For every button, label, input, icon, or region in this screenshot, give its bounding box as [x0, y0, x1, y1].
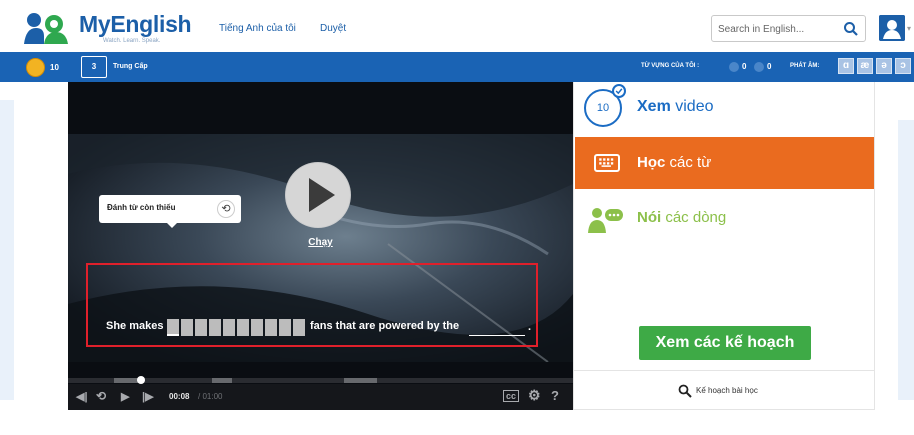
- play-small-icon[interactable]: ▶: [121, 390, 129, 403]
- blank-word: [469, 335, 525, 336]
- user-avatar-icon[interactable]: [879, 15, 905, 41]
- help-icon[interactable]: ?: [551, 388, 559, 403]
- play-label[interactable]: Chạy: [68, 237, 573, 248]
- vocab-learning-count: 0: [767, 62, 772, 71]
- brand-name[interactable]: MyEnglish: [79, 11, 192, 38]
- progress-segment: [212, 378, 232, 383]
- vocab-known-count: 0: [742, 62, 747, 71]
- hint-tooltip: Đánh từ còn thiếu ⟲: [99, 195, 241, 223]
- progress-handle[interactable]: [137, 376, 145, 384]
- time-total: / 01:00: [198, 392, 223, 401]
- step-watch-video[interactable]: Xem video: [637, 98, 714, 116]
- lesson-steps-panel: [573, 82, 875, 410]
- missing-word-input[interactable]: [167, 319, 305, 336]
- next-line-icon[interactable]: |▶: [142, 390, 154, 403]
- video-player[interactable]: Chạy: [68, 82, 573, 410]
- panel-divider: [574, 370, 874, 371]
- replay-icon[interactable]: ⟲: [217, 200, 235, 218]
- keyboard-icon: [594, 154, 620, 172]
- phoneme-a-button[interactable]: ɑ: [838, 58, 854, 74]
- time-current: 00:08: [169, 392, 190, 401]
- vocab-known-icon: [729, 62, 739, 72]
- brand-tagline: Watch. Learn. Speak.: [103, 38, 161, 44]
- search-icon[interactable]: [843, 21, 859, 37]
- subtitle-before: She makes: [106, 320, 164, 332]
- step-watch-rest: video: [670, 98, 714, 115]
- search-icon[interactable]: [678, 384, 692, 398]
- letter-slot[interactable]: [265, 319, 277, 336]
- letter-slot[interactable]: [251, 319, 263, 336]
- level-name[interactable]: Trung Cấp: [113, 63, 148, 70]
- step-speak-bold: Nói: [637, 209, 662, 226]
- subtitle-after: fans that are powered by the: [310, 320, 460, 332]
- gear-icon[interactable]: ⚙: [528, 387, 541, 404]
- repeat-icon[interactable]: ⟲: [96, 389, 106, 403]
- step-speak-rest: các dòng: [661, 209, 727, 226]
- nav-my-english[interactable]: Tiếng Anh của tôi: [219, 23, 296, 34]
- letter-slot[interactable]: [279, 319, 291, 336]
- step-watch-bold: Xem: [637, 98, 671, 115]
- myenglish-logo-icon[interactable]: [22, 10, 72, 46]
- view-plans-button[interactable]: Xem các kế hoạch: [639, 326, 811, 360]
- speak-icon: [588, 208, 623, 233]
- nav-browse[interactable]: Duyệt: [320, 23, 346, 34]
- letter-slot[interactable]: [293, 319, 305, 336]
- letter-slot[interactable]: [167, 319, 179, 336]
- subtitle-end: .: [528, 321, 532, 333]
- phoneme-o-button[interactable]: ɔ: [895, 58, 911, 74]
- my-vocabulary-label[interactable]: TỪ VỰNG CỦA TÔI :: [641, 63, 699, 69]
- captions-icon[interactable]: cc: [503, 390, 520, 402]
- watermark-right: [898, 120, 914, 400]
- progress-played: [114, 378, 138, 383]
- letter-slot[interactable]: [181, 319, 193, 336]
- progress-segment: [344, 378, 377, 383]
- search-box: [711, 15, 866, 42]
- step-words-bold: Học: [637, 154, 666, 171]
- letter-slot[interactable]: [209, 319, 221, 336]
- phoneme-schwa-button[interactable]: ə: [876, 58, 892, 74]
- coin-icon: [26, 58, 45, 77]
- phoneme-ae-button[interactable]: æ: [857, 58, 873, 74]
- pronunciation-label: PHÁT ÂM:: [790, 63, 820, 69]
- vocab-learning-icon: [754, 62, 764, 72]
- check-icon: [612, 84, 626, 98]
- tooltip-text: Đánh từ còn thiếu: [107, 203, 176, 212]
- letter-slot[interactable]: [195, 319, 207, 336]
- step-speak-lines[interactable]: Nói các dòng: [637, 209, 726, 226]
- step-words-rest: các từ: [665, 154, 712, 171]
- search-input[interactable]: [718, 20, 836, 38]
- step-words-label[interactable]: Học các từ: [637, 154, 711, 171]
- level-badge[interactable]: 3: [81, 56, 107, 78]
- previous-line-icon[interactable]: ◀|: [76, 390, 88, 403]
- coin-count: 10: [50, 63, 59, 72]
- watermark-left: [0, 100, 14, 400]
- tooltip-arrow: [166, 222, 178, 228]
- avatar-chevron-down-icon[interactable]: ▾: [907, 24, 911, 33]
- lesson-plan-link[interactable]: Kế hoạch bài học: [696, 386, 758, 395]
- play-icon[interactable]: [285, 162, 351, 228]
- letter-slot[interactable]: [237, 319, 249, 336]
- letter-slot[interactable]: [223, 319, 235, 336]
